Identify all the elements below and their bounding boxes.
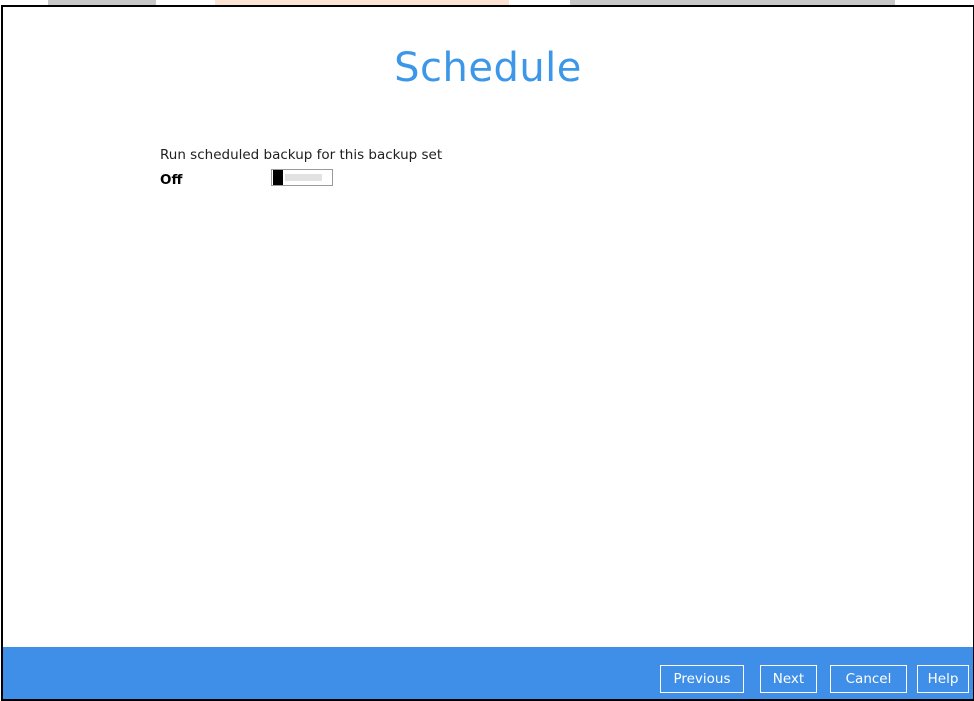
cancel-button[interactable]: Cancel [830, 665, 907, 693]
scheduled-backup-label: Run scheduled backup for this backup set [160, 147, 443, 163]
page-title: Schedule [394, 45, 582, 91]
help-button[interactable]: Help [917, 665, 969, 693]
toggle-knob[interactable] [273, 170, 283, 185]
toggle-track [285, 174, 322, 181]
wizard-window: Schedule Run scheduled backup for this b… [1, 5, 974, 701]
scheduled-backup-toggle[interactable] [271, 169, 333, 186]
next-button[interactable]: Next [760, 665, 817, 693]
previous-button[interactable]: Previous [660, 665, 744, 693]
wizard-footer: Previous Next Cancel Help [3, 647, 973, 699]
toggle-state-label: Off [160, 172, 183, 188]
